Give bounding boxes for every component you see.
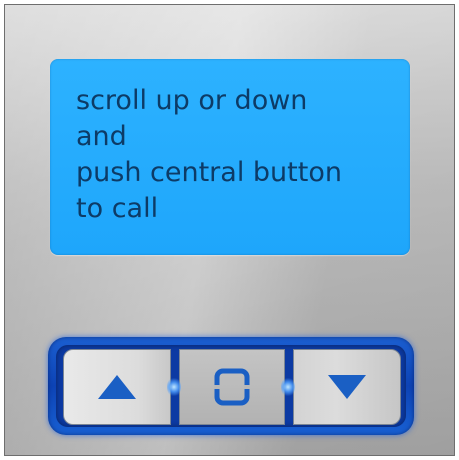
display-line-2: and [76, 121, 127, 152]
scroll-up-button[interactable] [63, 349, 171, 425]
display-line-4: to call [76, 193, 159, 224]
display-line-3: push central button [76, 157, 342, 188]
lcd-display: scroll up or down and push central butto… [50, 59, 410, 255]
triangle-up-icon [97, 374, 137, 400]
keypad [48, 337, 414, 435]
rounded-square-icon [214, 368, 250, 406]
indicator-light-right [281, 377, 295, 397]
triangle-down-icon [327, 374, 367, 400]
intercom-panel: scroll up or down and push central butto… [4, 4, 455, 456]
indicator-light-left [167, 377, 181, 397]
scroll-down-button[interactable] [293, 349, 401, 425]
call-button[interactable] [179, 349, 285, 425]
display-line-1: scroll up or down [76, 85, 308, 116]
